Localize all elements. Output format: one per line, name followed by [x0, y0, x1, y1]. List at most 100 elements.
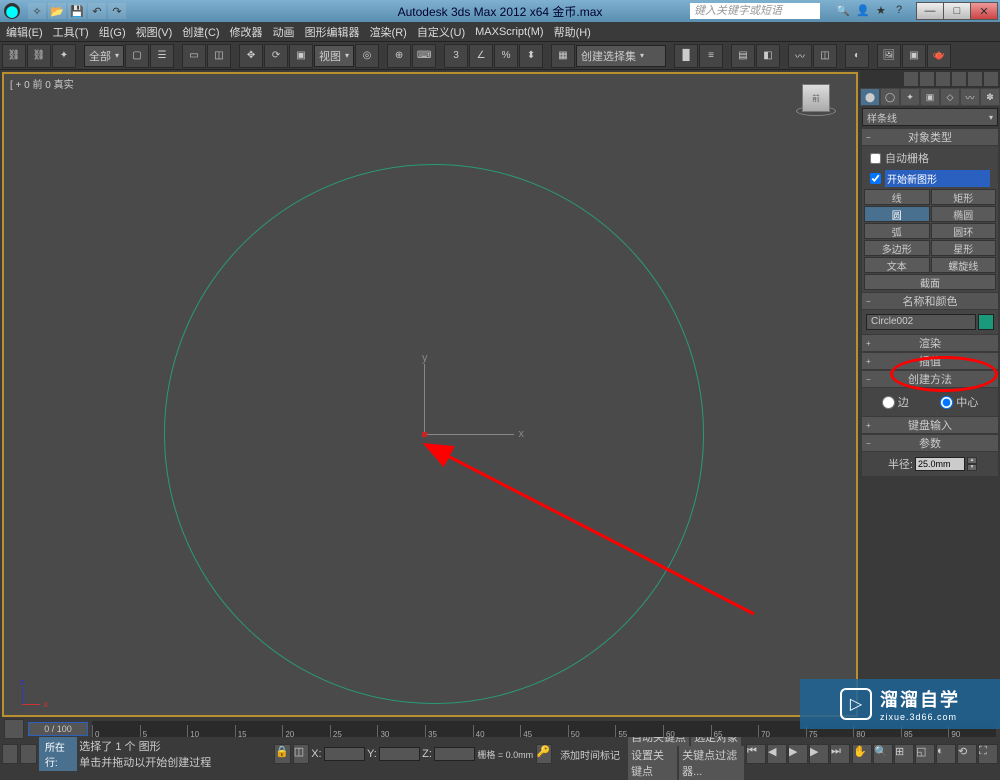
shape-text-button[interactable]: 文本 [864, 257, 930, 273]
hammer-icon[interactable] [936, 72, 950, 86]
named-sets-dropdown[interactable]: 创建选择集 [576, 45, 666, 67]
keyboard-shortcut-icon[interactable]: ⌨ [412, 44, 436, 68]
align-icon[interactable]: ≡ [699, 44, 723, 68]
setkey-button[interactable]: 设置关键点 [628, 746, 677, 780]
viewcube-face[interactable]: 前 [802, 84, 830, 112]
viewcube[interactable]: 前 [796, 84, 836, 124]
minimize-button[interactable]: — [916, 2, 944, 20]
zoom-all-icon[interactable]: ⊞ [894, 744, 914, 764]
select-region-icon[interactable]: ▭ [182, 44, 206, 68]
search-input[interactable]: 键入关键字或短语 [690, 3, 820, 19]
help-panel-icon[interactable] [984, 72, 998, 86]
maximize-viewport-icon[interactable]: ⛶ [978, 744, 998, 764]
close-button[interactable]: ✕ [970, 2, 998, 20]
window-crossing-icon[interactable]: ◫ [207, 44, 231, 68]
isolate-icon[interactable]: ◫ [293, 744, 309, 764]
qat-new-icon[interactable]: ✧ [28, 3, 46, 19]
unlink-icon[interactable]: ⛓ [27, 44, 51, 68]
pan-icon[interactable]: ✋ [852, 744, 872, 764]
menu-graph[interactable]: 图形编辑器 [305, 24, 360, 40]
menu-create[interactable]: 创建(C) [182, 24, 219, 40]
tab-shapes-icon[interactable]: ◯ [881, 89, 899, 105]
viewport-label[interactable]: [ + 0 前 0 真实 [10, 76, 74, 91]
coord-y-input[interactable] [379, 747, 420, 761]
selection-filter-dropdown[interactable]: 全部 [84, 45, 124, 67]
infocenter-icon[interactable]: 🔍 [836, 4, 850, 18]
rendered-frame-icon[interactable]: ▣ [902, 44, 926, 68]
snap-toggle-icon[interactable]: 3 [444, 44, 468, 68]
rollout-keyboard-entry[interactable]: +键盘输入 [862, 417, 998, 433]
menu-animation[interactable]: 动画 [273, 24, 295, 40]
bind-icon[interactable]: ✦ [52, 44, 76, 68]
rollout-object-type[interactable]: −对象类型 [862, 129, 998, 145]
radio-edge[interactable]: 边 [882, 394, 909, 410]
shape-helix-button[interactable]: 螺旋线 [931, 257, 997, 273]
move-icon[interactable]: ✥ [239, 44, 263, 68]
object-color-swatch[interactable] [978, 314, 994, 330]
menu-views[interactable]: 视图(V) [136, 24, 173, 40]
tab-systems-icon[interactable]: ✽ [981, 89, 999, 105]
coord-z-input[interactable] [434, 747, 475, 761]
tab-geometry-icon[interactable]: ⬤ [861, 89, 879, 105]
graphite-icon[interactable]: ◧ [756, 44, 780, 68]
display-icon[interactable] [952, 72, 966, 86]
scale-icon[interactable]: ▣ [289, 44, 313, 68]
shape-rectangle-button[interactable]: 矩形 [931, 189, 997, 205]
autogrid-checkbox[interactable]: 自动栅格 [864, 148, 996, 168]
timeline-toggle-icon[interactable] [4, 719, 24, 739]
coord-x-input[interactable] [324, 747, 365, 761]
shape-arc-button[interactable]: 弧 [864, 223, 930, 239]
render-prod-icon[interactable]: 🫖 [927, 44, 951, 68]
shape-circle-button[interactable]: 圆 [864, 206, 930, 222]
edit-named-icon[interactable]: ▦ [551, 44, 575, 68]
qat-open-icon[interactable]: 📂 [48, 3, 66, 19]
select-icon[interactable]: ▢ [125, 44, 149, 68]
fov-icon[interactable]: ◐ [936, 744, 956, 764]
qat-undo-icon[interactable]: ↶ [88, 3, 106, 19]
next-frame-icon[interactable]: ▶ [809, 744, 829, 764]
pivot-icon[interactable]: ◎ [355, 44, 379, 68]
app-icon[interactable]: ⬤ [4, 3, 20, 19]
zoom-extents-icon[interactable]: ◱ [915, 744, 935, 764]
menu-maxscript[interactable]: MAXScript(M) [475, 26, 543, 38]
shape-ellipse-button[interactable]: 椭圆 [931, 206, 997, 222]
prev-frame-icon[interactable]: ◀ [767, 744, 787, 764]
tab-cameras-icon[interactable]: ▣ [921, 89, 939, 105]
signin-icon[interactable]: 👤 [856, 4, 870, 18]
mirror-icon[interactable]: ▐▌ [674, 44, 698, 68]
shape-ngon-button[interactable]: 多边形 [864, 240, 930, 256]
shape-section-button[interactable]: 截面 [864, 274, 996, 290]
render-setup-icon[interactable]: 🖼 [877, 44, 901, 68]
lock-selection-icon[interactable]: 🔒 [274, 744, 290, 764]
curve-editor-icon[interactable]: 〰 [788, 44, 812, 68]
qat-save-icon[interactable]: 💾 [68, 3, 86, 19]
radius-input[interactable]: 25.0mm [915, 457, 965, 471]
spinner-snap-icon[interactable]: ⬍ [519, 44, 543, 68]
orbit-icon[interactable]: ⟲ [957, 744, 977, 764]
rollout-parameters[interactable]: −参数 [862, 435, 998, 451]
tab-spacewarps-icon[interactable]: 〰 [961, 89, 979, 105]
shape-star-button[interactable]: 星形 [931, 240, 997, 256]
rollout-interpolation[interactable]: +插值 [862, 353, 998, 369]
menu-group[interactable]: 组(G) [99, 24, 126, 40]
menu-modifiers[interactable]: 修改器 [230, 24, 263, 40]
goto-start-icon[interactable]: ⏮ [746, 744, 766, 764]
rotate-icon[interactable]: ⟳ [264, 44, 288, 68]
ref-coord-dropdown[interactable]: 视图 [314, 45, 354, 67]
add-time-tag[interactable]: 添加时间标记 [554, 747, 626, 762]
shape-donut-button[interactable]: 圆环 [931, 223, 997, 239]
rollout-render[interactable]: +渲染 [862, 335, 998, 351]
qat-redo-icon[interactable]: ↷ [108, 3, 126, 19]
goto-end-icon[interactable]: ⏭ [830, 744, 850, 764]
viewport-front[interactable]: [ + 0 前 0 真实 前 [2, 72, 858, 717]
radius-spinner-buttons[interactable]: ▲▼ [967, 457, 977, 471]
light-icon[interactable] [904, 72, 918, 86]
menu-render[interactable]: 渲染(R) [370, 24, 407, 40]
play-icon[interactable]: ▶ [788, 744, 808, 764]
material-editor-icon[interactable]: ◐ [845, 44, 869, 68]
wrench-icon[interactable] [920, 72, 934, 86]
time-marker[interactable]: 0 / 100 [28, 722, 88, 736]
rollout-creation-method[interactable]: −创建方法 [862, 371, 998, 387]
percent-snap-icon[interactable]: % [494, 44, 518, 68]
utility-icon[interactable] [968, 72, 982, 86]
